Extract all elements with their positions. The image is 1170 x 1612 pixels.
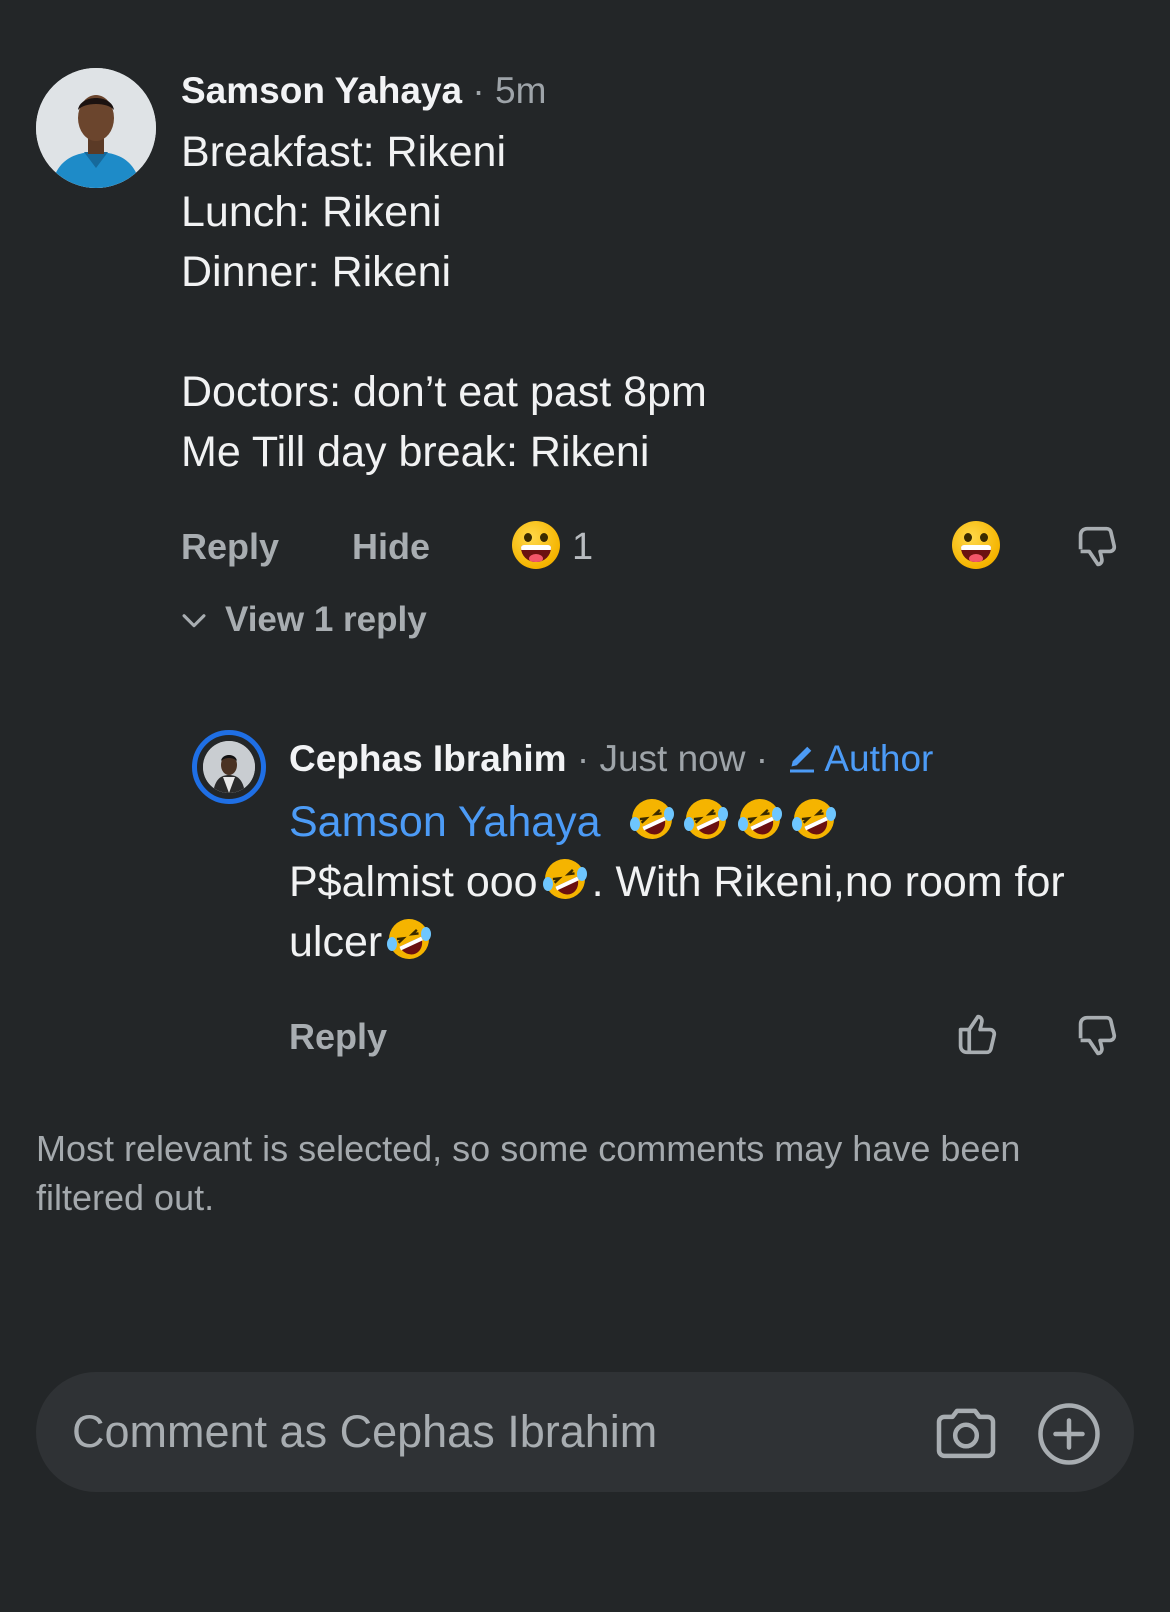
grinning-squinting-emoji-icon[interactable]	[512, 521, 560, 569]
reply-text-part: P$almist ooo	[289, 858, 538, 906]
mention-link[interactable]: Samson Yahaya	[289, 798, 601, 846]
rolling-laughing-emoji-icon	[387, 919, 432, 959]
comment-input[interactable]	[72, 1400, 872, 1464]
comment-line	[181, 302, 707, 362]
rolling-laughing-emoji-icon	[791, 799, 836, 839]
camera-icon[interactable]	[930, 1398, 1002, 1470]
author-badge: Author	[824, 738, 934, 779]
chevron-down-icon	[182, 614, 206, 628]
avatar-samson[interactable]	[36, 68, 156, 188]
comment-text: Breakfast: Rikeni Lunch: Rikeni Dinner: …	[181, 122, 707, 482]
reply-button[interactable]: Reply	[289, 1016, 387, 1058]
comment-line: Lunch: Rikeni	[181, 188, 442, 236]
comment-line: Me Till day break: Rikeni	[181, 428, 650, 476]
add-circle-icon[interactable]	[1033, 1398, 1105, 1470]
view-replies-toggle[interactable]: View 1 reply	[177, 600, 427, 640]
hide-button[interactable]: Hide	[352, 526, 430, 568]
reply-timestamp: · Just now ·	[576, 738, 769, 779]
comment-line: Dinner: Rikeni	[181, 248, 452, 296]
rolling-laughing-emoji-icon	[737, 799, 782, 839]
comment-line: Breakfast: Rikeni	[181, 128, 507, 176]
reply-text-part: . With Rikeni,no room for	[591, 858, 1065, 906]
person-photo-icon	[203, 741, 255, 793]
reply-text-part: ulcer	[289, 918, 383, 966]
filter-note: Most relevant is selected, so some comme…	[36, 1128, 1021, 1218]
reply-text: Samson Yahaya P$almist ooo . With Rikeni,…	[289, 792, 1129, 972]
pencil-icon	[790, 746, 815, 773]
reply-button[interactable]: Reply	[181, 526, 279, 568]
reply-author-name[interactable]: Cephas Ibrahim	[289, 738, 567, 779]
react-grinning-emoji-icon[interactable]	[952, 521, 1000, 569]
rolling-laughing-emoji-icon	[542, 859, 587, 899]
comment-header: Samson Yahaya · 5m	[181, 68, 546, 114]
person-photo-icon	[36, 68, 156, 188]
comment-timestamp: · 5m	[472, 70, 547, 111]
thumbs-up-icon[interactable]	[953, 1009, 1005, 1061]
view-replies-label: View 1 reply	[225, 600, 427, 639]
reply-header: Cephas Ibrahim · Just now · Author	[289, 736, 933, 782]
thumbs-down-icon[interactable]	[1073, 1009, 1125, 1061]
comment-line: Doctors: don’t eat past 8pm	[181, 368, 707, 416]
rolling-laughing-emoji-icon	[683, 799, 728, 839]
avatar-cephas[interactable]	[203, 741, 255, 793]
reaction-count[interactable]: 1	[572, 526, 593, 569]
rolling-laughing-emoji-icon	[629, 799, 674, 839]
comment-author-name[interactable]: Samson Yahaya	[181, 70, 462, 111]
thumbs-down-icon[interactable]	[1073, 520, 1125, 572]
